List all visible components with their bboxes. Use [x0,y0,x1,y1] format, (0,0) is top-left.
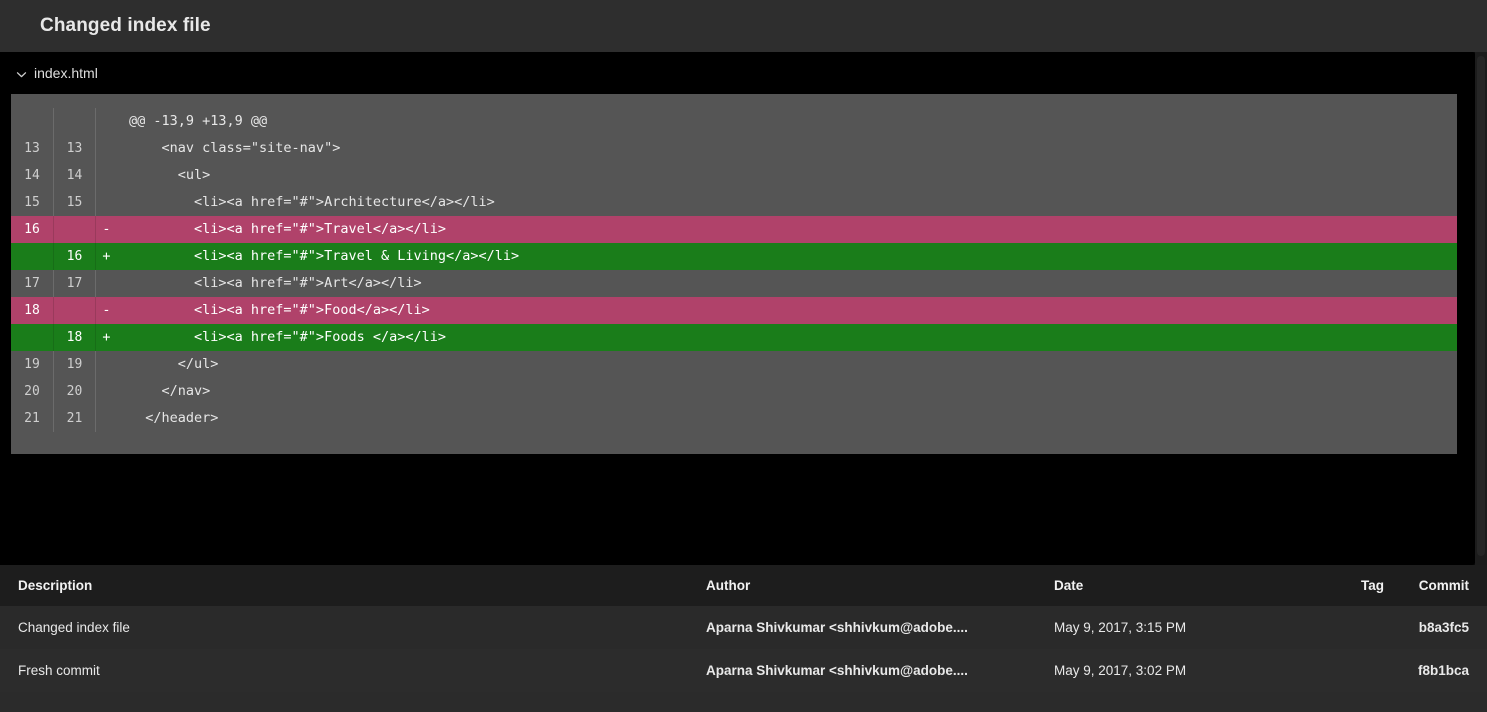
diff-new-line-number: 21 [53,405,95,432]
diff-code-text: <li><a href="#">Foods </a></li> [117,324,1457,351]
cell-description: Fresh commit [0,663,706,678]
diff-file-name: index.html [34,65,98,81]
diff-change-marker: + [95,243,117,270]
table-row[interactable]: Changed index fileAparna Shivkumar <shhi… [0,606,1487,649]
page-title: Changed index file [40,15,211,37]
diff-line-ctx[interactable]: 1919 </ul> [11,351,1457,378]
diff-new-line-number: 15 [53,189,95,216]
diff-new-line-number: 14 [53,162,95,189]
diff-old-line-number: 17 [11,270,53,297]
diff-change-marker [95,270,117,297]
diff-old-line-number: 18 [11,297,53,324]
diff-line-add[interactable]: 18+ <li><a href="#">Foods </a></li> [11,324,1457,351]
diff-new-line-number: 17 [53,270,95,297]
commit-history-table: Description Author Date Tag Commit Chang… [0,565,1487,712]
cell-author: Aparna Shivkumar <shhivkum@adobe.... [706,620,1054,635]
diff-old-line-number: 16 [11,216,53,243]
diff-line-ctx[interactable]: 1717 <li><a href="#">Art</a></li> [11,270,1457,297]
diff-code-text: </nav> [117,378,1457,405]
diff-code-text: <li><a href="#">Travel</a></li> [117,216,1457,243]
diff-new-line-number: 16 [53,243,95,270]
diff-line-spacer[interactable] [11,94,1457,108]
cell-commit: f8b1bca [1384,663,1487,678]
diff-line-ctx[interactable]: 1414 <ul> [11,162,1457,189]
diff-change-marker: - [95,216,117,243]
cell-date: May 9, 2017, 3:02 PM [1054,663,1314,678]
diff-change-marker: + [95,324,117,351]
diff-code-text: <ul> [117,162,1457,189]
diff-file-header[interactable]: index.html [0,52,1475,94]
diff-old-line-number: 20 [11,378,53,405]
diff-change-marker [95,405,117,432]
diff-old-line-number: 19 [11,351,53,378]
cell-author: Aparna Shivkumar <shhivkum@adobe.... [706,663,1054,678]
column-header-description[interactable]: Description [0,578,706,593]
diff-scrollbar-thumb[interactable] [1477,56,1485,556]
diff-line-add[interactable]: 16+ <li><a href="#">Travel & Living</a><… [11,243,1457,270]
diff-code-text: </header> [117,405,1457,432]
diff-change-marker [95,162,117,189]
diff-line-del[interactable]: 16 - <li><a href="#">Travel</a></li> [11,216,1457,243]
diff-new-line-number: 19 [53,351,95,378]
diff-old-line-number [11,324,53,351]
diff-new-line-number [53,108,95,135]
column-header-commit[interactable]: Commit [1384,578,1487,593]
diff-change-marker [95,135,117,162]
commit-title-bar: Changed index file [0,0,1487,52]
diff-new-line-number [53,297,95,324]
diff-code-text: <nav class="site-nav"> [117,135,1457,162]
diff-code-text: </ul> [117,351,1457,378]
diff-line-del[interactable]: 18 - <li><a href="#">Food</a></li> [11,297,1457,324]
diff-new-line-number: 13 [53,135,95,162]
diff-scroll-region: index.html @@ -13,9 +13,9 @@1313 <nav cl… [0,52,1475,565]
diff-old-line-number: 21 [11,405,53,432]
diff-code-text: <li><a href="#">Art</a></li> [117,270,1457,297]
diff-new-line-number [53,216,95,243]
diff-vertical-scrollbar[interactable] [1475,52,1487,565]
diff-change-marker [95,189,117,216]
diff-old-line-number [11,108,53,135]
diff-line-ctx[interactable]: 1515 <li><a href="#">Architecture</a></l… [11,189,1457,216]
diff-old-line-number: 13 [11,135,53,162]
diff-old-line-number [11,243,53,270]
diff-line-ctx[interactable]: 2020 </nav> [11,378,1457,405]
diff-code-text: <li><a href="#">Architecture</a></li> [117,189,1457,216]
diff-line-ctx[interactable]: 1313 <nav class="site-nav"> [11,135,1457,162]
diff-new-line-number: 20 [53,378,95,405]
diff-line-ctx[interactable]: 2121 </header> [11,405,1457,432]
table-body: Changed index fileAparna Shivkumar <shhi… [0,606,1487,692]
table-header-row: Description Author Date Tag Commit [0,565,1487,606]
column-header-date[interactable]: Date [1054,578,1314,593]
diff-old-line-number: 15 [11,189,53,216]
cell-commit: b8a3fc5 [1384,620,1487,635]
diff-code-text: <li><a href="#">Food</a></li> [117,297,1457,324]
column-header-tag[interactable]: Tag [1314,578,1384,593]
diff-change-marker [95,351,117,378]
diff-change-marker: - [95,297,117,324]
diff-code-text: <li><a href="#">Travel & Living</a></li> [117,243,1457,270]
diff-code-text: @@ -13,9 +13,9 @@ [117,108,1457,135]
chevron-down-icon[interactable] [15,68,28,81]
diff-line-hunk[interactable]: @@ -13,9 +13,9 @@ [11,108,1457,135]
diff-new-line-number: 18 [53,324,95,351]
cell-description: Changed index file [0,620,706,635]
diff-old-line-number: 14 [11,162,53,189]
table-row[interactable]: Fresh commitAparna Shivkumar <shhivkum@a… [0,649,1487,692]
diff-change-marker [95,108,117,135]
diff-change-marker [95,378,117,405]
diff-panel: index.html @@ -13,9 +13,9 @@1313 <nav cl… [0,52,1487,565]
column-header-author[interactable]: Author [706,578,1054,593]
diff-body: @@ -13,9 +13,9 @@1313 <nav class="site-n… [11,94,1457,454]
cell-date: May 9, 2017, 3:15 PM [1054,620,1314,635]
